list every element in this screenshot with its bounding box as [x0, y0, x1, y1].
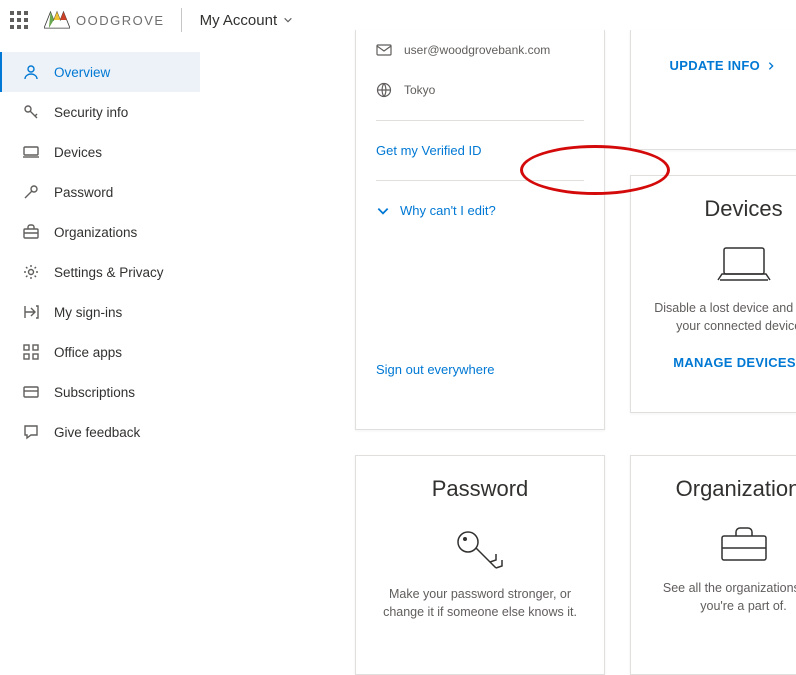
- sidebar-item-label: Password: [54, 185, 113, 200]
- globe-icon: [376, 82, 392, 98]
- sidebar-item-devices[interactable]: Devices: [0, 132, 200, 172]
- briefcase-icon: [716, 522, 772, 566]
- laptop-icon: [716, 242, 772, 286]
- briefcase-icon: [22, 223, 40, 241]
- app-launcher-icon[interactable]: [10, 11, 28, 29]
- get-verified-id-label: Get my Verified ID: [376, 143, 481, 158]
- top-divider: [181, 8, 182, 32]
- brand-logo: [44, 9, 70, 31]
- sign-out-everywhere-label: Sign out everywhere: [376, 362, 495, 377]
- sidebar-item-organizations[interactable]: Organizations: [0, 212, 200, 252]
- sign-out-everywhere-link[interactable]: Sign out everywhere: [356, 350, 515, 389]
- divider: [376, 120, 584, 121]
- sidebar-item-my-signins[interactable]: My sign-ins: [0, 292, 200, 332]
- apps-icon: [22, 343, 40, 361]
- divider: [376, 180, 584, 181]
- sidebar-item-security[interactable]: Security info: [0, 92, 200, 132]
- sidebar-item-label: Security info: [54, 105, 128, 120]
- update-info-link[interactable]: UPDATE INFO: [670, 58, 776, 73]
- sidebar: Overview Security info Devices Password Orga…: [0, 52, 200, 452]
- key-icon: [450, 522, 510, 572]
- update-info-label: UPDATE INFO: [670, 58, 760, 73]
- keyrot-icon: [22, 183, 40, 201]
- manage-devices-link[interactable]: MANAGE DEVICES: [673, 355, 796, 370]
- chevron-down-icon: [376, 204, 390, 218]
- sidebar-item-settings-privacy[interactable]: Settings & Privacy: [0, 252, 200, 292]
- password-card-title: Password: [432, 476, 529, 502]
- why-cant-edit-link[interactable]: Why can't I edit?: [356, 191, 604, 230]
- sidebar-item-label: Office apps: [54, 345, 122, 360]
- page-context-dropdown[interactable]: My Account: [200, 12, 294, 29]
- sidebar-item-password[interactable]: Password: [0, 172, 200, 212]
- profile-card: user@woodgrovebank.com Tokyo Get my Veri…: [355, 30, 605, 430]
- mail-icon: [376, 42, 392, 58]
- sidebar-item-overview[interactable]: Overview: [0, 52, 200, 92]
- manage-devices-label: MANAGE DEVICES: [673, 355, 796, 370]
- gear-icon: [22, 263, 40, 281]
- laptop-icon: [22, 143, 40, 161]
- person-icon: [22, 63, 40, 81]
- update-info-card: UPDATE INFO: [630, 30, 796, 150]
- sidebar-item-office-apps[interactable]: Office apps: [0, 332, 200, 372]
- organizations-card-title: Organizations: [676, 476, 796, 502]
- sidebar-item-label: Settings & Privacy: [54, 265, 164, 280]
- signin-icon: [22, 303, 40, 321]
- devices-card-title: Devices: [704, 196, 782, 222]
- sidebar-item-label: Subscriptions: [54, 385, 135, 400]
- organizations-card-desc: See all the organizations that you're a …: [651, 580, 796, 615]
- sidebar-item-give-feedback[interactable]: Give feedback: [0, 412, 200, 452]
- page-context-label: My Account: [200, 12, 278, 29]
- chevron-down-icon: [283, 15, 293, 25]
- password-card: Password Make your password stronger, or…: [355, 455, 605, 675]
- key-icon: [22, 103, 40, 121]
- profile-email-row: user@woodgrovebank.com: [356, 30, 604, 70]
- chat-icon: [22, 423, 40, 441]
- profile-email: user@woodgrovebank.com: [404, 43, 550, 57]
- sidebar-item-label: Organizations: [54, 225, 137, 240]
- why-cant-edit-label: Why can't I edit?: [400, 203, 496, 218]
- chevron-right-icon: [766, 61, 776, 71]
- sidebar-item-label: Give feedback: [54, 425, 140, 440]
- get-verified-id-link[interactable]: Get my Verified ID: [356, 131, 604, 170]
- sidebar-item-subscriptions[interactable]: Subscriptions: [0, 372, 200, 412]
- devices-card: Devices Disable a lost device and review…: [630, 175, 796, 413]
- sidebar-item-label: My sign-ins: [54, 305, 122, 320]
- devices-card-desc: Disable a lost device and review your co…: [651, 300, 796, 335]
- organizations-card: Organizations See all the organizations …: [630, 455, 796, 675]
- main-content: user@woodgrovebank.com Tokyo Get my Veri…: [200, 30, 796, 590]
- brand-name: OODGROVE: [76, 13, 165, 28]
- profile-location-row: Tokyo: [356, 70, 604, 110]
- profile-location: Tokyo: [404, 83, 435, 97]
- password-card-desc: Make your password stronger, or change i…: [376, 586, 584, 621]
- sidebar-item-label: Overview: [54, 65, 110, 80]
- card-icon: [22, 383, 40, 401]
- sidebar-item-label: Devices: [54, 145, 102, 160]
